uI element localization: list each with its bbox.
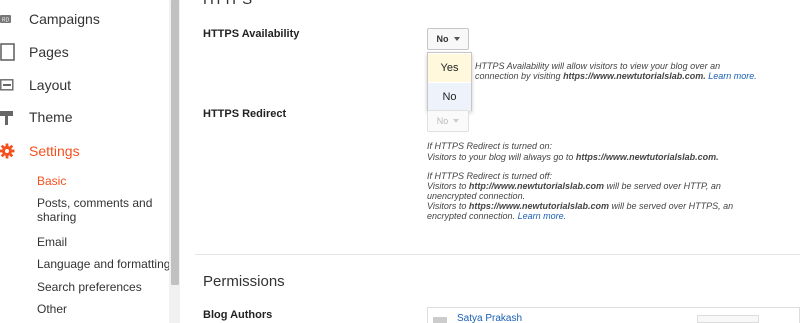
avatar <box>433 317 447 323</box>
https-redirect-on-line1: If HTTPS Redirect is turned on: <box>427 141 553 151</box>
sidebar-item-label: Campaigns <box>29 11 100 27</box>
https-availability-dropdown-menu: Yes No <box>427 52 472 111</box>
dropdown-option-yes[interactable]: Yes <box>428 54 471 82</box>
https-redirect-off-line1: If HTTPS Redirect is turned off: <box>427 171 553 181</box>
https-redirect-off-line4: Visitors to https://www.newtutorialslab.… <box>427 201 734 211</box>
author-role-select[interactable] <box>697 315 759 323</box>
learn-more-link[interactable]: Learn more. <box>708 71 757 81</box>
sidebar-item-label: Layout <box>29 77 72 93</box>
sidebar-item-label: Theme <box>29 109 73 125</box>
chevron-down-icon <box>453 37 460 41</box>
dropdown-option-no[interactable]: No <box>428 83 471 111</box>
subnav-search-preferences[interactable]: Search preferences <box>37 280 142 294</box>
layout-icon <box>0 78 14 92</box>
section-title-permissions: Permissions <box>203 273 285 290</box>
subnav-other[interactable]: Other <box>37 302 67 316</box>
blog-authors-label: Blog Authors <box>203 309 273 321</box>
learn-more-link[interactable]: Learn more. <box>518 211 567 221</box>
https-availability-label: HTTPS Availability <box>203 28 300 40</box>
https-availability-help-line2: connection by visiting https://www.newtu… <box>475 71 757 81</box>
theme-icon <box>0 110 14 125</box>
https-redirect-off-line5: encrypted connection. Learn more. <box>427 211 567 221</box>
https-availability-help-line1: HTTPS Availability will allow visitors t… <box>475 61 721 71</box>
https-availability-select[interactable]: No <box>427 28 469 50</box>
section-divider <box>195 254 800 255</box>
author-name-link[interactable]: Satya Prakash <box>457 313 522 323</box>
chevron-down-icon <box>453 119 460 123</box>
pages-icon <box>0 43 15 61</box>
sidebar: RD Campaigns Pages Layout Theme Settings… <box>0 0 170 323</box>
sidebar-item-label: Pages <box>29 44 69 60</box>
section-title-https: HTTPS <box>203 0 252 8</box>
campaigns-icon: RD <box>0 12 14 26</box>
https-availability-value: No <box>436 34 449 44</box>
https-redirect-value: No <box>436 116 449 126</box>
subnav-email[interactable]: Email <box>37 235 67 249</box>
sidebar-item-label: Settings <box>29 143 80 159</box>
https-redirect-label: HTTPS Redirect <box>203 108 287 120</box>
subnav-posts-comments-sharing[interactable]: Posts, comments and sharing <box>37 196 152 224</box>
https-redirect-select[interactable]: No <box>427 110 469 132</box>
https-redirect-off-line2: Visitors to http://www.newtutorialslab.c… <box>427 181 721 191</box>
gear-icon <box>0 143 15 159</box>
subnav-language-formatting[interactable]: Language and formatting <box>37 257 170 271</box>
svg-text:RD: RD <box>2 18 10 24</box>
https-redirect-on-line2: Visitors to your blog will always go to … <box>427 152 719 162</box>
sidebar-scroll-thumb[interactable] <box>171 0 179 285</box>
https-redirect-off-line3: unencrypted connection. <box>427 191 526 201</box>
subnav-basic[interactable]: Basic <box>37 174 66 188</box>
